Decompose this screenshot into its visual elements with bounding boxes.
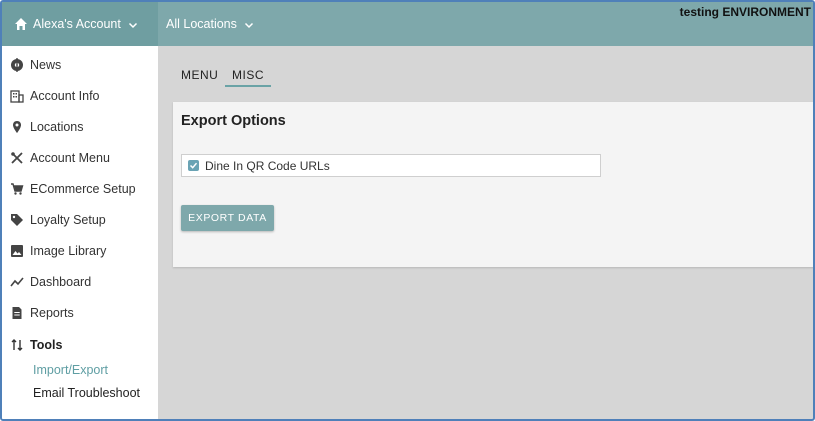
sidebar-item-locations[interactable]: Locations: [10, 117, 84, 137]
sidebar-item-label: News: [30, 58, 62, 72]
sidebar-item-loyalty-setup[interactable]: Loyalty Setup: [10, 210, 106, 230]
app-window: Alexa's Account All Locations testing EN…: [0, 0, 815, 421]
checkbox-checked[interactable]: [188, 160, 199, 171]
sidebar-item-account-menu[interactable]: Account Menu: [10, 148, 110, 168]
sidebar-subitem-import-export[interactable]: Import/Export: [33, 363, 108, 377]
sidebar-item-label: Account Info: [30, 89, 100, 103]
sidebar-item-account-info[interactable]: Account Info: [10, 86, 100, 106]
chevron-down-icon: [128, 19, 138, 29]
environment-label: testing ENVIRONMENT: [679, 5, 811, 19]
sort-arrows-icon: [10, 338, 24, 352]
sidebar: News Account Info Locations Account Menu…: [2, 46, 158, 419]
location-switcher[interactable]: All Locations: [166, 2, 254, 46]
sidebar-item-label: Image Library: [30, 244, 107, 258]
export-options-card: Export Options Dine In QR Code URLs EXPO…: [173, 102, 813, 267]
sidebar-item-label: Loyalty Setup: [30, 213, 106, 227]
option-label: Dine In QR Code URLs: [205, 158, 330, 173]
sidebar-item-label: Dashboard: [30, 275, 92, 289]
building-icon: [10, 89, 24, 103]
sidebar-item-label: Tools: [30, 338, 63, 352]
map-pin-icon: [10, 120, 24, 134]
tag-icon: [10, 213, 24, 227]
image-icon: [10, 244, 24, 258]
tab-menu[interactable]: MENU: [181, 62, 225, 88]
sidebar-item-reports[interactable]: Reports: [10, 303, 74, 323]
top-bar: Alexa's Account All Locations testing EN…: [2, 2, 813, 46]
home-icon: [14, 17, 28, 31]
sidebar-item-label: Locations: [30, 120, 84, 134]
document-icon: [10, 306, 24, 320]
tab-bar: MENU MISC: [181, 62, 271, 88]
utensils-icon: [10, 151, 24, 165]
sidebar-item-label: ECommerce Setup: [30, 182, 136, 196]
tab-misc[interactable]: MISC: [225, 62, 271, 88]
cart-icon: [10, 182, 24, 196]
sidebar-item-dashboard[interactable]: Dashboard: [10, 272, 91, 292]
sidebar-item-label: Reports: [30, 306, 74, 320]
sidebar-item-ecommerce-setup[interactable]: ECommerce Setup: [10, 179, 136, 199]
account-label: Alexa's Account: [33, 17, 121, 31]
trend-line-icon: [10, 275, 24, 289]
account-switcher[interactable]: Alexa's Account: [2, 2, 158, 46]
sidebar-subitem-email-troubleshoot[interactable]: Email Troubleshoot: [33, 386, 140, 400]
locations-label: All Locations: [166, 17, 237, 31]
chevron-down-icon: [244, 19, 254, 29]
dine-in-qr-option[interactable]: Dine In QR Code URLs: [181, 154, 601, 177]
export-data-button[interactable]: EXPORT DATA: [181, 205, 274, 231]
sidebar-item-news[interactable]: News: [10, 55, 61, 75]
gear-badge-icon: [10, 58, 24, 72]
checkmark-icon: [189, 162, 198, 169]
sidebar-item-tools[interactable]: Tools: [10, 335, 62, 355]
sidebar-item-label: Account Menu: [30, 151, 110, 165]
card-title: Export Options: [181, 113, 286, 129]
sidebar-item-image-library[interactable]: Image Library: [10, 241, 106, 261]
